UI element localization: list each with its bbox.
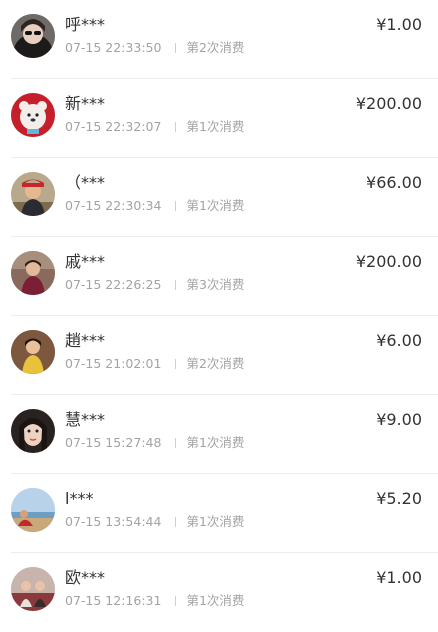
record-time: 07-15 12:16:31 bbox=[65, 593, 162, 608]
consume-count: 第1次消费 bbox=[186, 514, 245, 529]
user-name: 趙*** bbox=[65, 331, 106, 350]
consume-count: 第2次消费 bbox=[186, 40, 245, 55]
consume-count: 第1次消费 bbox=[186, 593, 245, 608]
user-name: 呼*** bbox=[65, 15, 106, 34]
user-name: 新*** bbox=[65, 94, 106, 113]
user-avatar-icon bbox=[11, 488, 55, 532]
record-meta: 07-15 22:30:34 第1次消费 bbox=[65, 197, 244, 215]
record-amount: ¥5.20 bbox=[376, 489, 422, 508]
record-row[interactable]: l*** 07-15 13:54:44 第1次消费 ¥5.20 bbox=[0, 474, 438, 553]
record-time: 07-15 15:27:48 bbox=[65, 435, 162, 450]
record-time: 07-15 22:30:34 bbox=[65, 198, 162, 213]
record-time: 07-15 21:02:01 bbox=[65, 356, 162, 371]
record-row[interactable]: 戚*** 07-15 22:26:25 第3次消费 ¥200.00 bbox=[0, 237, 438, 316]
record-meta: 07-15 21:02:01 第2次消费 bbox=[65, 355, 244, 373]
record-row[interactable]: （*** 07-15 22:30:34 第1次消费 ¥66.00 bbox=[0, 158, 438, 237]
user-avatar-icon bbox=[11, 172, 55, 216]
record-amount: ¥9.00 bbox=[376, 410, 422, 429]
record-row[interactable]: 新*** 07-15 22:32:07 第1次消费 ¥200.00 bbox=[0, 79, 438, 158]
record-time: 07-15 22:26:25 bbox=[65, 277, 162, 292]
meta-divider bbox=[175, 517, 177, 527]
record-row[interactable]: 呼*** 07-15 22:33:50 第2次消费 ¥1.00 bbox=[0, 0, 438, 79]
record-amount: ¥200.00 bbox=[355, 94, 422, 113]
meta-divider bbox=[175, 438, 177, 448]
record-amount: ¥1.00 bbox=[376, 568, 422, 587]
record-meta: 07-15 13:54:44 第1次消费 bbox=[65, 513, 244, 531]
record-meta: 07-15 22:33:50 第2次消费 bbox=[65, 39, 244, 57]
consume-count: 第2次消费 bbox=[186, 356, 245, 371]
record-amount: ¥1.00 bbox=[376, 15, 422, 34]
meta-divider bbox=[175, 280, 177, 290]
record-row[interactable]: 慧*** 07-15 15:27:48 第1次消费 ¥9.00 bbox=[0, 395, 438, 474]
user-avatar-icon bbox=[11, 93, 55, 137]
user-name: （*** bbox=[65, 173, 106, 192]
record-amount: ¥200.00 bbox=[355, 252, 422, 271]
record-meta: 07-15 12:16:31 第1次消费 bbox=[65, 592, 244, 610]
user-avatar-icon bbox=[11, 567, 55, 611]
consumption-record-list: 呼*** 07-15 22:33:50 第2次消费 ¥1.00 新*** 07-1… bbox=[0, 0, 438, 624]
record-time: 07-15 22:33:50 bbox=[65, 40, 162, 55]
meta-divider bbox=[175, 201, 177, 211]
user-name: 欧*** bbox=[65, 568, 106, 587]
user-avatar-icon bbox=[11, 251, 55, 295]
record-time: 07-15 13:54:44 bbox=[65, 514, 162, 529]
user-name: 慧*** bbox=[65, 410, 106, 429]
record-time: 07-15 22:32:07 bbox=[65, 119, 162, 134]
consume-count: 第1次消费 bbox=[186, 435, 245, 450]
user-avatar-icon bbox=[11, 14, 55, 58]
meta-divider bbox=[175, 122, 177, 132]
consume-count: 第1次消费 bbox=[186, 119, 245, 134]
record-meta: 07-15 15:27:48 第1次消费 bbox=[65, 434, 244, 452]
record-row[interactable]: 趙*** 07-15 21:02:01 第2次消费 ¥6.00 bbox=[0, 316, 438, 395]
user-avatar-icon bbox=[11, 330, 55, 374]
user-avatar-icon bbox=[11, 409, 55, 453]
record-meta: 07-15 22:26:25 第3次消费 bbox=[65, 276, 244, 294]
meta-divider bbox=[175, 359, 177, 369]
record-amount: ¥66.00 bbox=[366, 173, 422, 192]
meta-divider bbox=[175, 596, 177, 606]
meta-divider bbox=[175, 43, 177, 53]
consume-count: 第1次消费 bbox=[186, 198, 245, 213]
user-name: 戚*** bbox=[65, 252, 106, 271]
record-row[interactable]: 欧*** 07-15 12:16:31 第1次消费 ¥1.00 bbox=[0, 553, 438, 632]
record-meta: 07-15 22:32:07 第1次消费 bbox=[65, 118, 244, 136]
record-amount: ¥6.00 bbox=[376, 331, 422, 350]
consume-count: 第3次消费 bbox=[186, 277, 245, 292]
user-name: l*** bbox=[65, 489, 94, 508]
